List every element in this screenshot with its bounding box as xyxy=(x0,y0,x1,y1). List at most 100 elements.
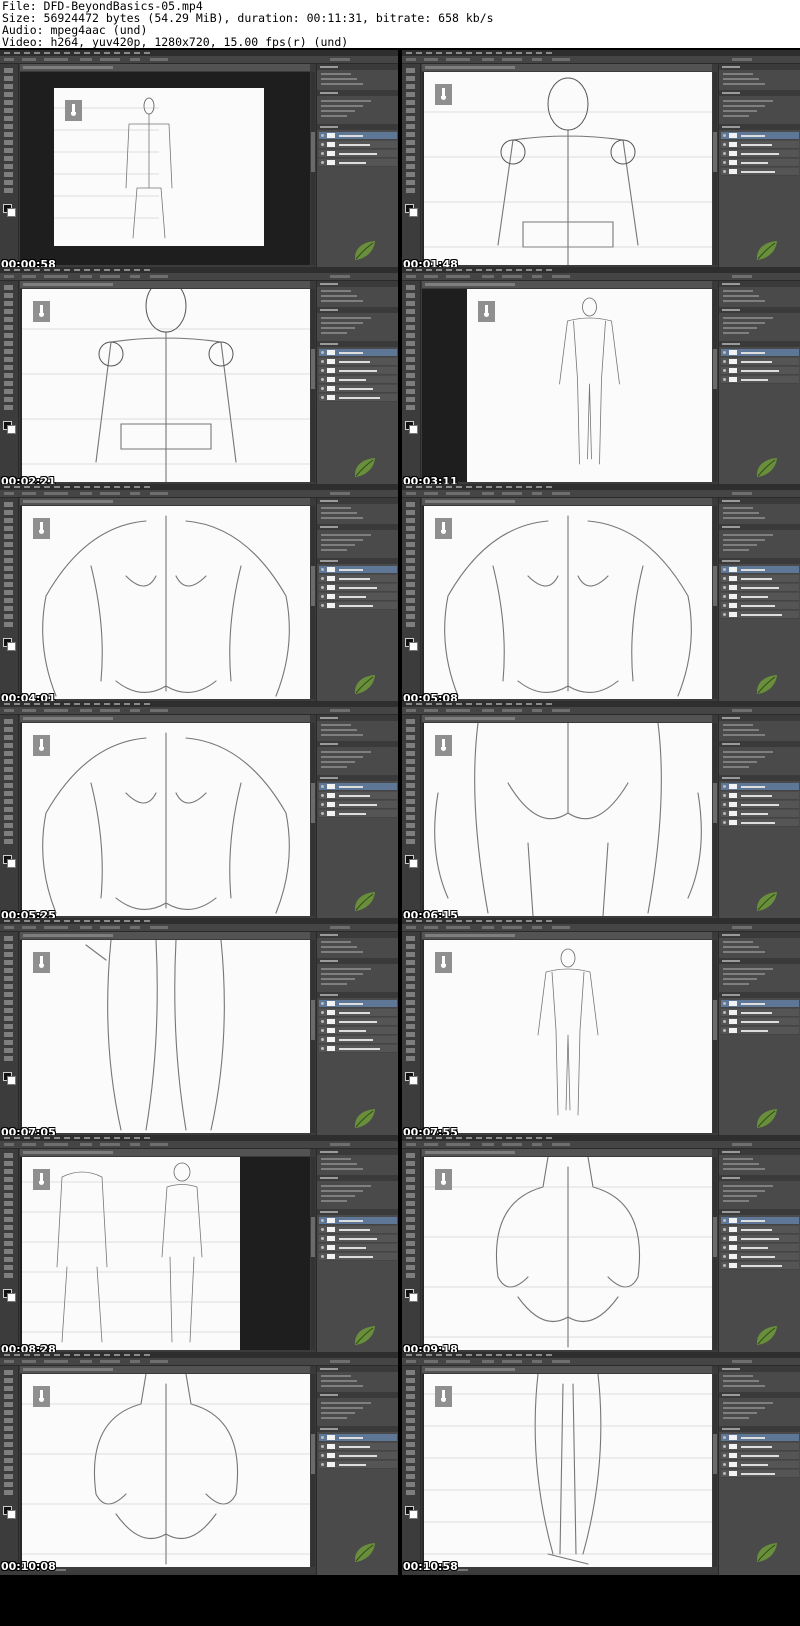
scrollbar xyxy=(713,289,717,482)
video-frame-thumbnail-1[interactable]: 00:00:58 xyxy=(0,50,398,273)
leaf-logo-icon xyxy=(756,675,777,694)
status-bar xyxy=(422,1567,717,1573)
video-frame-thumbnail-3[interactable]: 00:02:21 xyxy=(0,267,398,490)
document-tab xyxy=(422,1149,712,1156)
leaf-logo-icon xyxy=(354,1543,375,1562)
photoshop-options-bar xyxy=(402,56,800,64)
scrollbar xyxy=(713,1157,717,1350)
figure-sketch xyxy=(22,289,310,482)
thumbnail-grid: 00:00:58 00:01:48 00:02:21 00:03:11 00:0… xyxy=(0,50,800,1626)
scrollbar xyxy=(311,1157,315,1350)
photoshop-options-bar xyxy=(402,1358,800,1366)
figure-sketch xyxy=(42,515,290,697)
leaf-logo-icon xyxy=(354,1109,375,1128)
photoshop-tools-panel xyxy=(402,498,421,698)
drawing-canvas[interactable] xyxy=(22,1157,240,1350)
photoshop-tools-panel xyxy=(402,281,421,481)
photoshop-tools-panel xyxy=(0,1366,19,1566)
photoshop-options-bar xyxy=(0,707,398,715)
video-frame-thumbnail-9[interactable]: 00:07:05 xyxy=(0,918,398,1141)
brush-tool-icon xyxy=(65,100,82,121)
scrollbar xyxy=(713,72,717,265)
video-frame-thumbnail-2[interactable]: 00:01:48 xyxy=(402,50,800,273)
photoshop-tools-panel xyxy=(0,932,19,1132)
photoshop-tools-panel xyxy=(0,64,19,264)
scrollbar xyxy=(713,940,717,1133)
document-tab xyxy=(422,1366,712,1373)
leaf-logo-icon xyxy=(354,458,375,477)
photoshop-tools-panel xyxy=(402,64,421,264)
figure-sketch xyxy=(537,948,599,1116)
figure-sketch xyxy=(444,515,692,697)
video-frame-thumbnail-11[interactable]: 00:08:28 xyxy=(0,1135,398,1358)
drawing-canvas[interactable] xyxy=(467,289,712,482)
photoshop-tools-panel xyxy=(402,932,421,1132)
video-frame-thumbnail-7[interactable]: 00:05:25 xyxy=(0,701,398,924)
frame-timestamp: 00:10:58 xyxy=(403,1560,458,1573)
brush-tool-icon xyxy=(33,735,50,756)
document-tab xyxy=(20,498,310,505)
figure-sketch xyxy=(559,297,620,465)
scrollbar xyxy=(311,289,315,482)
figure-sketch xyxy=(85,940,225,1131)
scrollbar xyxy=(713,723,717,916)
status-bar xyxy=(20,1567,315,1573)
document-tab xyxy=(20,715,310,722)
drawing-canvas[interactable] xyxy=(424,506,712,699)
video-frame-thumbnail-5[interactable]: 00:04:01 xyxy=(0,484,398,707)
scrollbar xyxy=(311,506,315,699)
video-frame-thumbnail-6[interactable]: 00:05:08 xyxy=(402,484,800,707)
drawing-canvas[interactable] xyxy=(424,1157,712,1350)
drawing-canvas[interactable] xyxy=(424,1374,712,1567)
video-frame-thumbnail-4[interactable]: 00:03:11 xyxy=(402,267,800,490)
video-frame-thumbnail-10[interactable]: 00:07:55 xyxy=(402,918,800,1141)
photoshop-options-bar xyxy=(0,1358,398,1366)
drawing-canvas[interactable] xyxy=(424,940,712,1133)
drawing-canvas[interactable] xyxy=(22,506,310,699)
drawing-canvas[interactable] xyxy=(22,289,310,482)
drawing-canvas[interactable] xyxy=(22,723,310,916)
brush-tool-icon xyxy=(435,735,452,756)
video-frame-thumbnail-8[interactable]: 00:06:15 xyxy=(402,701,800,924)
video-frame-thumbnail-12[interactable]: 00:09:18 xyxy=(402,1135,800,1358)
photoshop-options-bar xyxy=(402,273,800,281)
drawing-canvas[interactable] xyxy=(22,940,310,1133)
leaf-logo-icon xyxy=(756,892,777,911)
file-info-header: File: DFD-BeyondBasics-05.mp4 Size: 5692… xyxy=(0,0,800,48)
drawing-canvas[interactable] xyxy=(424,72,712,265)
brush-tool-icon xyxy=(33,301,50,322)
scrollbar xyxy=(311,1374,315,1567)
figure-sketch xyxy=(54,97,173,239)
photoshop-options-bar xyxy=(402,924,800,932)
figure-sketch xyxy=(424,1374,712,1565)
photoshop-options-bar xyxy=(0,924,398,932)
document-tab xyxy=(422,498,712,505)
photoshop-tools-panel xyxy=(0,715,19,915)
brush-tool-icon xyxy=(435,1169,452,1190)
drawing-canvas[interactable] xyxy=(22,1374,310,1567)
photoshop-options-bar xyxy=(0,490,398,498)
photoshop-options-bar xyxy=(402,490,800,498)
video-info-line: Video: h264, yuv420p, 1280x720, 15.00 fp… xyxy=(2,35,349,49)
photoshop-options-bar xyxy=(0,273,398,281)
photoshop-options-bar xyxy=(402,1141,800,1149)
drawing-canvas[interactable] xyxy=(54,88,264,246)
drawing-canvas[interactable] xyxy=(424,723,712,916)
video-frame-thumbnail-13[interactable]: 00:10:08 xyxy=(0,1352,398,1575)
brush-tool-icon xyxy=(478,301,495,322)
photoshop-options-bar xyxy=(402,707,800,715)
leaf-logo-icon xyxy=(756,1109,777,1128)
photoshop-tools-panel xyxy=(402,1149,421,1349)
brush-tool-icon xyxy=(435,84,452,105)
video-frame-thumbnail-14[interactable]: 00:10:58 xyxy=(402,1352,800,1575)
document-tab xyxy=(422,715,712,722)
document-tab xyxy=(422,64,712,71)
scrollbar xyxy=(311,72,315,265)
document-tab xyxy=(20,281,310,288)
leaf-logo-icon xyxy=(756,458,777,477)
figure-sketch xyxy=(22,1162,240,1343)
document-tab xyxy=(20,932,310,939)
brush-tool-icon xyxy=(33,1386,50,1407)
document-tab xyxy=(422,281,712,288)
leaf-logo-icon xyxy=(756,1326,777,1345)
